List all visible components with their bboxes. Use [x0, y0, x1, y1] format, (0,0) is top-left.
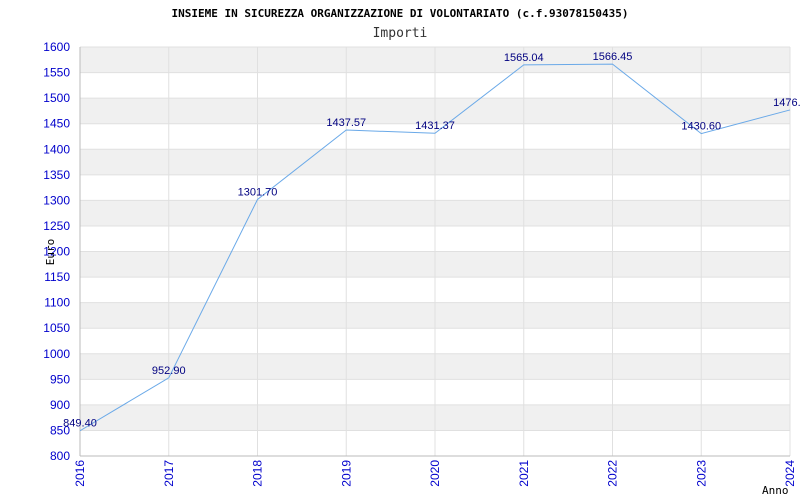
x-axis-ticks: 2016 2017 2018 2019 2020 2021 2022 2023 2024: [73, 460, 797, 487]
x-tick-label: 2017: [162, 460, 176, 487]
y-tick-label: 1300: [43, 193, 70, 207]
y-tick-label: 900: [50, 398, 70, 412]
chart-subtitle: Importi: [373, 26, 428, 41]
y-tick-label: 1600: [43, 40, 70, 54]
y-tick-label: 1450: [43, 117, 70, 131]
x-tick-label: 2016: [73, 460, 87, 487]
x-tick-label: 2019: [339, 460, 353, 487]
y-tick-label: 1500: [43, 91, 70, 105]
data-label: 1301.70: [238, 187, 278, 199]
y-axis-label: Euro: [44, 239, 57, 266]
x-tick-label: 2022: [606, 460, 620, 487]
data-label: 1437.57: [326, 117, 366, 129]
data-label: 1431.37: [415, 120, 455, 132]
y-tick-label: 800: [50, 449, 70, 463]
x-axis-label: Anno: [762, 484, 789, 497]
y-tick-label: 1250: [43, 219, 70, 233]
y-tick-label: 1050: [43, 321, 70, 335]
data-label: 1476.9: [773, 97, 800, 109]
chart-title: INSIEME IN SICUREZZA ORGANIZZAZIONE DI V…: [172, 7, 629, 20]
x-tick-label: 2020: [428, 460, 442, 487]
data-label: 1430.60: [681, 121, 721, 133]
x-tick-label: 2024: [783, 460, 797, 487]
data-label: 1565.04: [504, 52, 544, 64]
data-label: 1566.45: [593, 51, 633, 63]
y-tick-label: 1550: [43, 66, 70, 80]
line-chart: 8008509009501000105011001150120012501300…: [43, 7, 800, 497]
x-tick-label: 2023: [694, 460, 708, 487]
y-tick-label: 1000: [43, 347, 70, 361]
x-tick-label: 2021: [517, 460, 531, 487]
y-tick-label: 950: [50, 372, 70, 386]
data-label: 952.90: [152, 365, 186, 377]
y-tick-label: 1100: [44, 296, 70, 310]
x-tick-label: 2018: [251, 460, 265, 487]
y-tick-label: 1350: [43, 168, 70, 182]
y-tick-label: 1150: [44, 270, 70, 284]
data-label: 849.40: [63, 418, 97, 430]
y-tick-label: 1400: [43, 142, 70, 156]
